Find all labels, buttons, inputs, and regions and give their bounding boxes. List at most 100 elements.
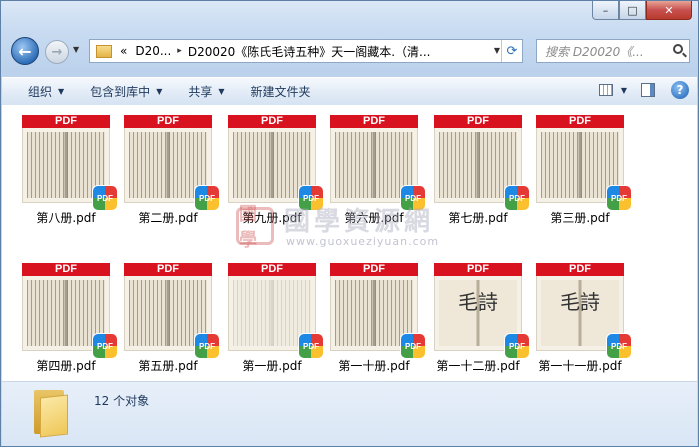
pdf-label-band: PDF: [124, 115, 212, 128]
help-glyph: ?: [676, 83, 684, 97]
file-name: 第三册.pdf: [550, 211, 610, 225]
refresh-icon: ⟳: [506, 43, 518, 59]
file-list[interactable]: PDF PDF 第八册.pdf PDF PDF 第二册.pdf PDF PDF 第九册.pdf P…: [2, 105, 697, 382]
breadcrumb-parent[interactable]: D20...: [135, 44, 171, 58]
folder-icon: [96, 44, 112, 58]
file-name: 第五册.pdf: [138, 359, 198, 373]
file-name: 第六册.pdf: [344, 211, 404, 225]
pdf-thumbnail: PDF PDF: [124, 115, 219, 210]
watermark-url: www.guoxueziyuan.com: [286, 235, 440, 248]
pdf-app-icon: PDF: [505, 186, 529, 210]
pdf-label-band: PDF: [228, 263, 316, 276]
pdf-thumbnail: PDF PDF: [22, 263, 117, 358]
file-name: 第一十一册.pdf: [538, 359, 622, 373]
view-options-dropdown-icon[interactable]: ▼: [621, 86, 627, 95]
file-item[interactable]: PDF PDF 第八册.pdf: [16, 115, 117, 226]
include-in-library-menu[interactable]: 包含到库中 ▼: [90, 83, 162, 100]
pdf-thumbnail: PDF PDF: [228, 263, 323, 358]
file-item[interactable]: PDF 毛詩 PDF 第一十一册.pdf: [530, 263, 631, 374]
pdf-app-icon: PDF: [607, 334, 631, 358]
file-name: 第一十册.pdf: [338, 359, 410, 373]
back-button[interactable]: ←: [11, 37, 39, 65]
pdf-label-band: PDF: [536, 115, 624, 128]
pdf-app-icon: PDF: [299, 186, 323, 210]
pdf-app-icon: PDF: [195, 334, 219, 358]
pdf-label-band: PDF: [536, 263, 624, 276]
file-item[interactable]: PDF PDF 第七册.pdf: [428, 115, 529, 226]
file-item[interactable]: PDF PDF 第五册.pdf: [118, 263, 219, 374]
pdf-thumbnail: PDF PDF: [124, 263, 219, 358]
search-box[interactable]: 搜索 D20020《...: [536, 39, 690, 63]
chevron-down-icon: ▼: [156, 87, 163, 96]
file-item[interactable]: PDF PDF 第四册.pdf: [16, 263, 117, 374]
forward-arrow-icon: →: [51, 44, 63, 60]
toolbar-right-group: ▼ ?: [598, 81, 689, 99]
file-name: 第九册.pdf: [242, 211, 302, 225]
pdf-thumbnail: PDF PDF: [330, 263, 425, 358]
organize-menu[interactable]: 组织 ▼: [28, 83, 64, 100]
file-item[interactable]: PDF PDF 第三册.pdf: [530, 115, 631, 226]
file-item[interactable]: PDF PDF 第一十册.pdf: [324, 263, 425, 374]
search-input[interactable]: 搜索 D20020《...: [545, 43, 665, 60]
explorer-window: – □ ✕ ← → ▼ « D20... ▸ D20020《陈氏毛诗五种》天一阁…: [0, 0, 699, 447]
pdf-thumbnail: PDF PDF: [22, 115, 117, 210]
pdf-app-icon: PDF: [607, 186, 631, 210]
pdf-thumbnail: PDF PDF: [330, 115, 425, 210]
chevron-down-icon: ▼: [218, 87, 225, 96]
preview-pane-icon[interactable]: [641, 83, 655, 97]
refresh-button[interactable]: ⟳: [501, 40, 522, 62]
recent-locations-dropdown-icon[interactable]: ▼: [73, 45, 79, 54]
share-menu[interactable]: 共享 ▼: [188, 83, 224, 100]
file-name: 第二册.pdf: [138, 211, 198, 225]
file-name: 第八册.pdf: [36, 211, 96, 225]
minimize-button[interactable]: –: [592, 1, 619, 20]
pdf-label-band: PDF: [330, 263, 418, 276]
pdf-app-icon: PDF: [401, 186, 425, 210]
file-name: 第一册.pdf: [242, 359, 302, 373]
pdf-label-band: PDF: [22, 115, 110, 128]
pdf-thumbnail: PDF PDF: [536, 115, 631, 210]
toolbar-label: 包含到库中: [90, 85, 151, 99]
pdf-thumbnail: PDF 毛詩 PDF: [536, 263, 631, 358]
pdf-label-band: PDF: [330, 115, 418, 128]
address-dropdown-icon[interactable]: ▼: [494, 46, 500, 55]
close-button[interactable]: ✕: [646, 1, 692, 20]
details-pane: 12 个对象: [2, 382, 697, 446]
cover-title-glyphs: 毛詩: [560, 290, 600, 314]
pdf-label-band: PDF: [228, 115, 316, 128]
pdf-thumbnail: PDF PDF: [228, 115, 323, 210]
item-count: 12 个对象: [94, 394, 150, 408]
maximize-button[interactable]: □: [619, 1, 646, 20]
pdf-label-band: PDF: [434, 263, 522, 276]
file-item[interactable]: PDF PDF 第一册.pdf: [222, 263, 323, 374]
pdf-thumbnail: PDF 毛詩 PDF: [434, 263, 529, 358]
breadcrumb-separator-icon[interactable]: ▸: [177, 46, 182, 56]
pdf-label-band: PDF: [124, 263, 212, 276]
breadcrumb-current[interactable]: D20020《陈氏毛诗五种》天一阁藏本.（清...: [188, 43, 431, 60]
back-arrow-icon: ←: [18, 41, 32, 61]
pdf-label-band: PDF: [22, 263, 110, 276]
address-bar[interactable]: « D20... ▸ D20020《陈氏毛诗五种》天一阁藏本.（清... ▼ ⟳: [89, 39, 523, 63]
change-view-icon[interactable]: [598, 84, 613, 96]
new-folder-button[interactable]: 新建文件夹: [251, 83, 311, 100]
file-name: 第七册.pdf: [448, 211, 508, 225]
command-bar: 组织 ▼ 包含到库中 ▼ 共享 ▼ 新建文件夹 ▼ ?: [2, 77, 697, 106]
file-item[interactable]: PDF PDF 第九册.pdf: [222, 115, 323, 226]
pdf-app-icon: PDF: [505, 334, 529, 358]
pdf-app-icon: PDF: [401, 334, 425, 358]
file-item[interactable]: PDF 毛詩 PDF 第一十二册.pdf: [428, 263, 529, 374]
cover-title-glyphs: 毛詩: [458, 290, 498, 314]
chevron-down-icon: ▼: [58, 87, 65, 96]
file-name: 第一十二册.pdf: [436, 359, 520, 373]
toolbar-label: 新建文件夹: [250, 85, 311, 99]
help-icon[interactable]: ?: [671, 81, 689, 99]
file-name: 第四册.pdf: [36, 359, 96, 373]
file-item[interactable]: PDF PDF 第二册.pdf: [118, 115, 219, 226]
forward-button[interactable]: →: [45, 40, 69, 64]
file-item[interactable]: PDF PDF 第六册.pdf: [324, 115, 425, 226]
address-overflow-chevron[interactable]: «: [120, 44, 127, 58]
search-icon[interactable]: [673, 44, 683, 54]
folder-icon: [32, 388, 72, 438]
toolbar-label: 共享: [188, 85, 213, 99]
pdf-app-icon: PDF: [93, 334, 117, 358]
